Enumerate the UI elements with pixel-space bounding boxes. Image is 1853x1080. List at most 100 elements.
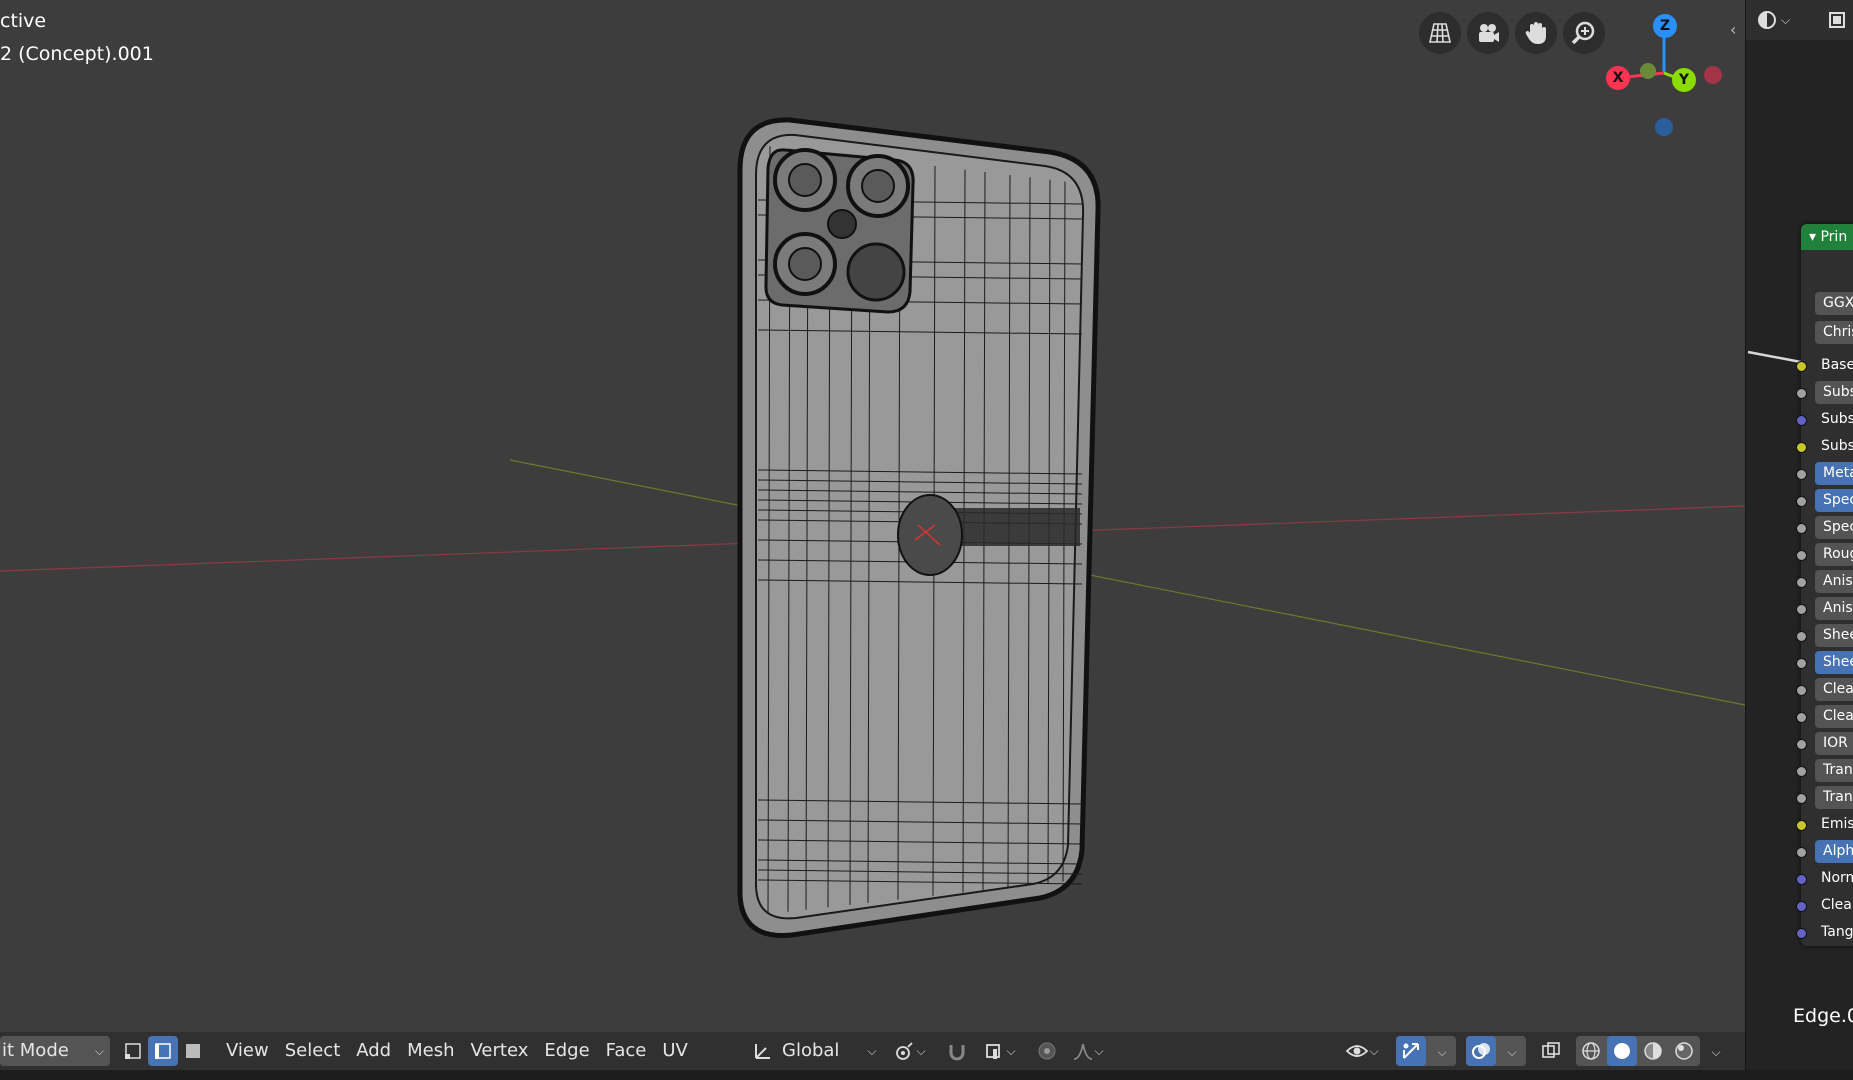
- input-socket[interactable]: [1796, 658, 1807, 669]
- 3d-viewport[interactable]: ctive 2 (Concept).001 Z X Y ‹ ›: [0, 0, 1745, 1080]
- input-socket[interactable]: [1796, 361, 1807, 372]
- menu-bar: View Select Add Mesh Vertex Edge Face UV: [220, 1032, 694, 1070]
- mode-dropdown[interactable]: it Mode ⌵: [0, 1036, 110, 1066]
- node-input-spec[interactable]: Spec: [1815, 489, 1853, 512]
- input-socket[interactable]: [1796, 577, 1807, 588]
- mode-label: it Mode: [2, 1040, 69, 1061]
- proportional-edit-icon[interactable]: [1032, 1036, 1062, 1066]
- transform-orientation-dropdown[interactable]: Global ⌵: [752, 1036, 877, 1066]
- node-input-clea[interactable]: Clea: [1815, 678, 1853, 701]
- input-socket[interactable]: [1796, 928, 1807, 939]
- viewport-shading-icon[interactable]: ⌵: [1756, 6, 1802, 34]
- gizmo-neg-x[interactable]: [1704, 66, 1722, 84]
- vertex-select-icon[interactable]: [118, 1036, 148, 1066]
- node-title[interactable]: ▾ Prin: [1801, 224, 1853, 250]
- menu-view[interactable]: View: [220, 1036, 275, 1066]
- input-socket[interactable]: [1796, 739, 1807, 750]
- input-socket[interactable]: [1796, 847, 1807, 858]
- collapse-triangle-icon[interactable]: ▾: [1809, 229, 1820, 245]
- input-socket[interactable]: [1796, 820, 1807, 831]
- input-socket[interactable]: [1796, 550, 1807, 561]
- y-axis-line: [509, 459, 1745, 706]
- node-input-subs[interactable]: Subs: [1815, 435, 1853, 458]
- phone-wireframe: [737, 117, 1101, 938]
- visibility-icon[interactable]: ⌵: [1340, 1036, 1384, 1066]
- pivot-point-icon[interactable]: ⌵: [888, 1036, 932, 1066]
- edge-select-icon[interactable]: [148, 1036, 178, 1066]
- node-input-norm[interactable]: Norm: [1815, 867, 1853, 890]
- face-select-icon[interactable]: [178, 1036, 208, 1066]
- menu-vertex[interactable]: Vertex: [465, 1036, 535, 1066]
- menu-select[interactable]: Select: [279, 1036, 347, 1066]
- gizmo-z[interactable]: Z: [1653, 14, 1677, 38]
- input-socket[interactable]: [1796, 604, 1807, 615]
- gizmo-neg-z[interactable]: [1655, 118, 1673, 136]
- gizmo-neg-y[interactable]: [1640, 63, 1656, 79]
- chevron-down-icon: ⌵: [94, 1044, 104, 1058]
- shading-dropdown[interactable]: ⌵: [1704, 1036, 1728, 1066]
- node-input-subs[interactable]: Subs: [1815, 408, 1853, 431]
- node-input-spec[interactable]: Spec: [1815, 516, 1853, 539]
- node-input-shee[interactable]: Shee: [1815, 624, 1853, 647]
- gizmo-y[interactable]: Y: [1672, 68, 1696, 92]
- menu-add[interactable]: Add: [350, 1036, 397, 1066]
- menu-mesh[interactable]: Mesh: [401, 1036, 460, 1066]
- node-input-anis[interactable]: Anis: [1815, 597, 1853, 620]
- edge-info-text: Edge.00: [1793, 1005, 1853, 1027]
- camera-icon[interactable]: [1467, 12, 1509, 54]
- node-input-anis[interactable]: Anis: [1815, 570, 1853, 593]
- rendered-shading-icon[interactable]: [1669, 1036, 1699, 1066]
- input-socket[interactable]: [1796, 874, 1807, 885]
- wireframe-shading-icon[interactable]: [1576, 1036, 1606, 1066]
- active-object-name: 2 (Concept).001: [0, 43, 154, 65]
- overlays-icon[interactable]: [1466, 1036, 1496, 1066]
- principled-bsdf-node[interactable]: ▾ Prin GGX Chris Base Subs Subs Subs Meta Spe…: [1796, 224, 1853, 946]
- menu-uv[interactable]: UV: [656, 1036, 694, 1066]
- input-socket[interactable]: [1796, 469, 1807, 480]
- node-editor-panel[interactable]: ⌵ ▾ Prin GGX Chris Base Subs Subs Subs Meta S…: [1745, 0, 1853, 1080]
- node-input-tang[interactable]: Tang: [1815, 921, 1853, 944]
- gizmo-x[interactable]: X: [1606, 66, 1630, 90]
- input-socket[interactable]: [1796, 442, 1807, 453]
- input-socket[interactable]: [1796, 415, 1807, 426]
- node-input-tran[interactable]: Tran: [1815, 786, 1853, 809]
- grid-icon[interactable]: [1419, 12, 1461, 54]
- input-socket[interactable]: [1796, 793, 1807, 804]
- xray-icon[interactable]: [1536, 1036, 1566, 1066]
- overlays-dropdown[interactable]: ⌵: [1500, 1036, 1524, 1066]
- input-socket[interactable]: [1796, 631, 1807, 642]
- collapse-arrow-icon[interactable]: ‹: [1730, 20, 1736, 39]
- input-socket[interactable]: [1796, 523, 1807, 534]
- node-input-clea[interactable]: Clea: [1815, 705, 1853, 728]
- maximize-icon[interactable]: [1824, 6, 1850, 34]
- menu-face[interactable]: Face: [600, 1036, 653, 1066]
- snap-icon[interactable]: [942, 1036, 972, 1066]
- subsurface-method-dropdown[interactable]: Chris: [1815, 321, 1853, 344]
- material-shading-icon[interactable]: [1638, 1036, 1668, 1066]
- node-input-subs[interactable]: Subs: [1815, 381, 1853, 404]
- gizmo-dropdown[interactable]: ⌵: [1430, 1036, 1454, 1066]
- hand-icon[interactable]: [1515, 12, 1557, 54]
- node-input-clear[interactable]: Clear: [1815, 894, 1853, 917]
- input-socket[interactable]: [1796, 388, 1807, 399]
- node-input-ior[interactable]: IOR: [1815, 732, 1853, 755]
- node-input-emis[interactable]: Emis: [1815, 813, 1853, 836]
- distribution-dropdown[interactable]: GGX: [1815, 292, 1853, 315]
- snap-target-icon[interactable]: ⌵: [978, 1036, 1022, 1066]
- node-input-meta[interactable]: Meta: [1815, 462, 1853, 485]
- input-socket[interactable]: [1796, 685, 1807, 696]
- node-input-shee[interactable]: Shee: [1815, 651, 1853, 674]
- zoom-icon[interactable]: [1563, 12, 1605, 54]
- input-socket[interactable]: [1796, 712, 1807, 723]
- solid-shading-icon[interactable]: [1607, 1036, 1637, 1066]
- node-input-alph[interactable]: Alph: [1815, 840, 1853, 863]
- menu-edge[interactable]: Edge: [538, 1036, 595, 1066]
- node-input-tran[interactable]: Tran: [1815, 759, 1853, 782]
- node-input-base[interactable]: Base: [1815, 354, 1853, 377]
- gizmo-toggle-icon[interactable]: [1396, 1036, 1426, 1066]
- input-socket[interactable]: [1796, 496, 1807, 507]
- input-socket[interactable]: [1796, 766, 1807, 777]
- input-socket[interactable]: [1796, 901, 1807, 912]
- falloff-icon[interactable]: ⌵: [1066, 1036, 1110, 1066]
- node-input-roug[interactable]: Roug: [1815, 543, 1853, 566]
